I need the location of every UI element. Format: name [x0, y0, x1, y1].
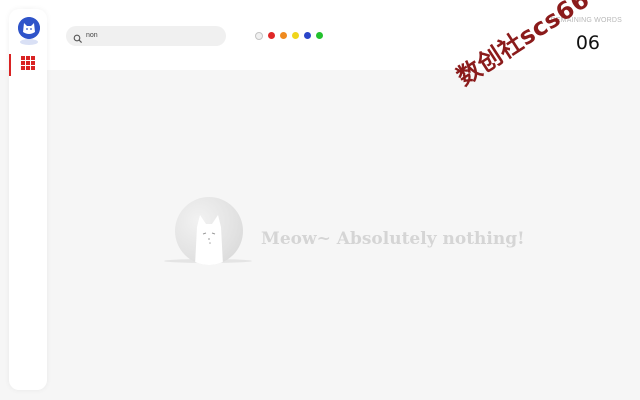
active-nav-indicator: [9, 54, 11, 76]
search-bar[interactable]: non: [66, 26, 226, 46]
color-filter-orange[interactable]: [280, 32, 287, 39]
color-filter-group: [255, 32, 323, 40]
cat-logo-icon[interactable]: [18, 17, 40, 39]
color-filter-red[interactable]: [268, 32, 275, 39]
search-input[interactable]: non: [86, 30, 98, 42]
color-filter-grey[interactable]: [255, 32, 263, 40]
remaining-words-count: 06: [575, 32, 600, 54]
logo-glow: [20, 39, 38, 45]
color-filter-blue[interactable]: [304, 32, 311, 39]
sleeping-cat-icon: [175, 197, 243, 265]
color-filter-yellow[interactable]: [292, 32, 299, 39]
sidebar: [9, 9, 47, 390]
color-filter-green[interactable]: [316, 32, 323, 39]
search-icon: [73, 31, 83, 44]
empty-state: Meow~ Absolutely nothing!: [160, 195, 540, 270]
empty-state-message: Meow~ Absolutely nothing!: [261, 229, 525, 249]
grid-icon[interactable]: [21, 56, 35, 70]
